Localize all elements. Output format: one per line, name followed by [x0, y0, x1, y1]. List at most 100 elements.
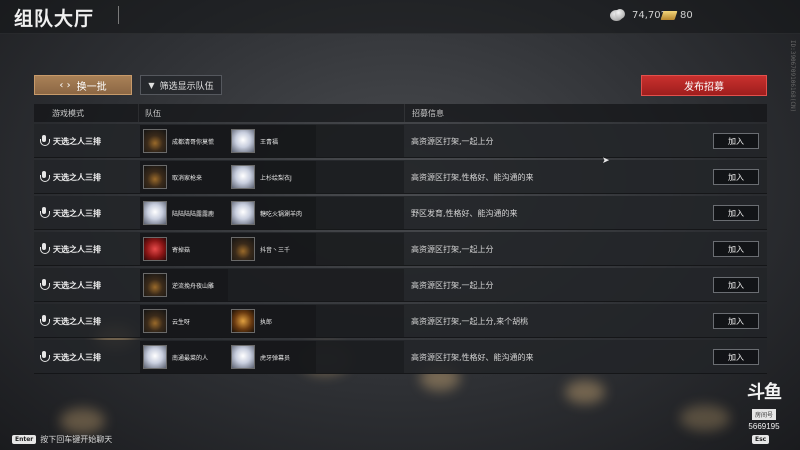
avatar	[231, 345, 255, 369]
microphone-icon	[39, 171, 50, 183]
game-mode-label: 天选之人三排	[53, 316, 101, 326]
title-divider	[118, 6, 119, 24]
avatar	[231, 237, 255, 261]
header-info: 招募信息	[412, 109, 444, 118]
microphone-icon	[39, 207, 50, 219]
column-divider	[404, 104, 405, 122]
recruit-info: 高资源区打架,一起上分,来个胡桃	[411, 316, 529, 326]
empty-member-slot	[316, 341, 404, 373]
game-mode-cell: 天选之人三排	[34, 340, 138, 374]
publish-recruit-button[interactable]: 发布招募	[641, 75, 767, 96]
team-member-slot: 抖音丶三千	[228, 233, 316, 265]
join-button[interactable]: 加入	[713, 313, 759, 329]
game-mode-label: 天选之人三排	[53, 352, 101, 362]
chat-hint: Enter 按下回车键开始聊天	[12, 434, 112, 445]
member-name: 成都清哥你莫慌	[172, 138, 215, 146]
empty-member-slot	[316, 125, 404, 157]
avatar	[143, 129, 167, 153]
join-button[interactable]: 加入	[713, 241, 759, 257]
empty-member-slot	[228, 269, 316, 301]
game-mode-label: 天选之人三排	[53, 208, 101, 218]
game-mode-cell: 天选之人三排	[34, 124, 138, 158]
recruit-info: 野区发育,性格好、能沟通的来	[411, 208, 518, 218]
avatar	[143, 309, 167, 333]
team-row: 天选之人三排 云生呀 执郎 高资源区打架,一起上分,来个胡桃 加入	[34, 304, 767, 338]
stream-watermark: 斗鱼 房间号 5669195	[742, 382, 786, 432]
recruit-info: 高资源区打架,一起上分	[411, 244, 494, 254]
empty-member-slot	[316, 197, 404, 229]
game-mode-cell: 天选之人三排	[34, 232, 138, 266]
header-team: 队伍	[145, 109, 161, 118]
team-row: 天选之人三排 陆陆陆陆露露鹿 糖吃火锅涮羊肉 野区发育,性格好、能沟通的来 加入	[34, 196, 767, 230]
chat-hint-text: 按下回车键开始聊天	[40, 435, 113, 444]
game-mode-cell: 天选之人三排	[34, 304, 138, 338]
empty-member-slot	[316, 161, 404, 193]
watermark-room-number: 5669195	[748, 422, 780, 431]
recruit-info: 高资源区打架,一起上分	[411, 280, 494, 290]
gold-balance: 80	[660, 10, 693, 21]
team-row: 天选之人三排 逆流挽舟夜山雕 高资源区打架,一起上分 加入	[34, 268, 767, 302]
background-glow	[60, 408, 105, 434]
microphone-icon	[39, 135, 50, 147]
team-member-slot: 陆陆陆陆露露鹿	[140, 197, 228, 229]
header-bar: 组队大厅 74,702 80	[0, 0, 800, 34]
team-member-slot: 糖吃火锅涮羊肉	[228, 197, 316, 229]
member-name: 上杉绘梨衣J	[260, 174, 292, 182]
gold-bar-icon	[660, 11, 678, 20]
team-member-slot: 取消家枪来	[140, 161, 228, 193]
empty-member-slot	[316, 269, 404, 301]
join-button[interactable]: 加入	[713, 205, 759, 221]
refresh-button[interactable]: ‹ › 换一批	[34, 75, 132, 95]
filter-icon: ▼	[148, 80, 155, 90]
team-row: 天选之人三排 取消家枪来 上杉绘梨衣J 高资源区打架,性格好、能沟通的来 加入	[34, 160, 767, 194]
background-glow	[680, 405, 730, 431]
join-button[interactable]: 加入	[713, 133, 759, 149]
refresh-label: 换一批	[76, 81, 107, 93]
member-name: 虎牙弹幕员	[260, 354, 291, 362]
filter-label: 筛选显示队伍	[159, 81, 214, 92]
recruit-info: 高资源区打架,性格好、能沟通的来	[411, 352, 534, 362]
avatar	[143, 273, 167, 297]
game-mode-label: 天选之人三排	[53, 280, 101, 290]
team-member-slot: 南通最菜的人	[140, 341, 228, 373]
recruit-info: 高资源区打架,性格好、能沟通的来	[411, 172, 534, 182]
game-mode-cell: 天选之人三排	[34, 196, 138, 230]
watermark-sub: 房间号	[751, 409, 776, 420]
silver-balance: 74,702	[610, 9, 667, 21]
game-mode-cell: 天选之人三排	[34, 160, 138, 194]
filter-button[interactable]: ▼ 筛选显示队伍	[140, 75, 222, 95]
team-member-slot: 王青福	[228, 125, 316, 157]
team-row: 天选之人三排 寄掉菇 抖音丶三千 高资源区打架,一起上分 加入	[34, 232, 767, 266]
member-name: 取消家枪来	[172, 174, 203, 182]
avatar	[231, 201, 255, 225]
microphone-icon	[39, 243, 50, 255]
avatar	[231, 165, 255, 189]
member-name: 南通最菜的人	[172, 354, 209, 362]
enter-key-cap[interactable]: Enter	[12, 435, 37, 444]
member-name: 逆流挽舟夜山雕	[172, 282, 215, 290]
game-mode-cell: 天选之人三排	[34, 268, 138, 302]
member-name: 云生呀	[172, 318, 191, 326]
silver-coin-icon	[610, 9, 625, 21]
join-button[interactable]: 加入	[713, 349, 759, 365]
team-row: 天选之人三排 成都清哥你莫慌 王青福 高资源区打架,一起上分 加入	[34, 124, 767, 158]
team-member-slot: 虎牙弹幕员	[228, 341, 316, 373]
gold-amount: 80	[680, 10, 693, 21]
member-name: 执郎	[260, 318, 273, 326]
team-member-slot: 云生呀	[140, 305, 228, 337]
member-name: 王青福	[260, 138, 279, 146]
join-button[interactable]: 加入	[713, 277, 759, 293]
game-mode-label: 天选之人三排	[53, 136, 101, 146]
avatar	[231, 309, 255, 333]
watermark-logo: 斗鱼	[747, 382, 782, 403]
game-mode-label: 天选之人三排	[53, 172, 101, 182]
esc-key-cap[interactable]: Esc	[752, 435, 770, 444]
header-mode: 游戏模式	[52, 109, 84, 118]
team-member-slot: 寄掉菇	[140, 233, 228, 265]
join-button[interactable]: 加入	[713, 169, 759, 185]
member-name: 陆陆陆陆露露鹿	[172, 210, 215, 218]
refresh-arrows-icon: ‹ ›	[59, 79, 71, 91]
avatar	[143, 345, 167, 369]
table-header: 游戏模式 队伍 招募信息	[34, 104, 767, 122]
member-name: 寄掉菇	[172, 246, 191, 254]
